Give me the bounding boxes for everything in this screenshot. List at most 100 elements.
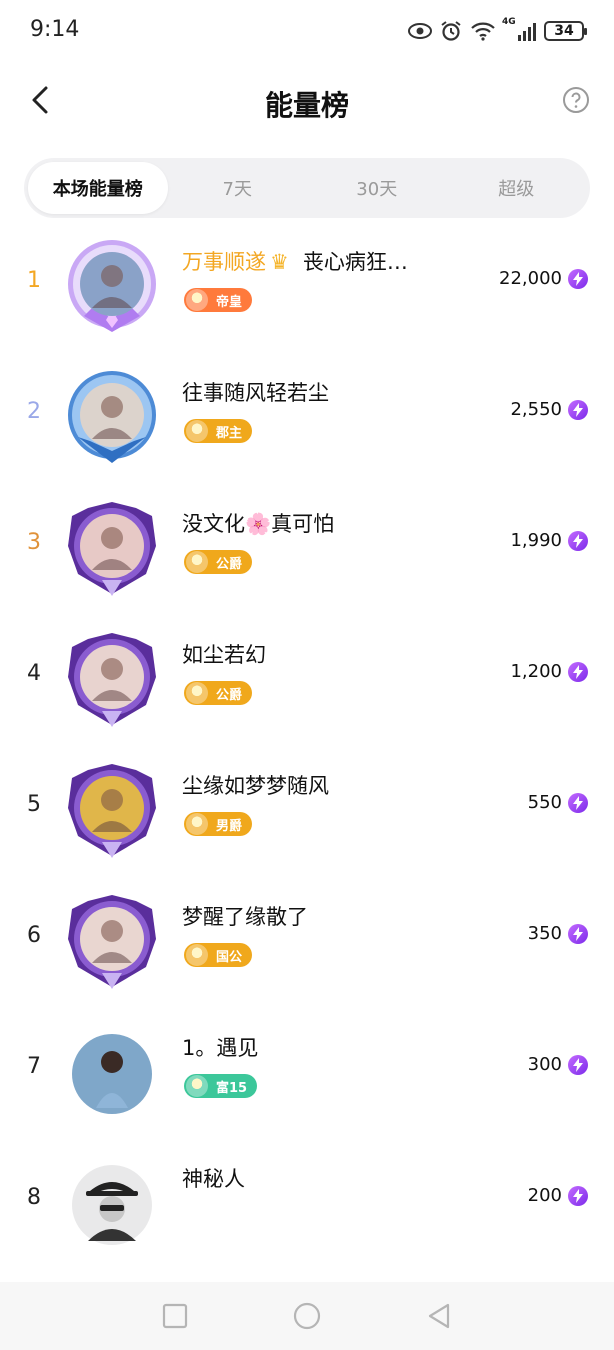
rank-number: 7 <box>27 1053 41 1079</box>
ranking-row[interactable]: 6 梦醒了缘散了 国公 350 <box>0 885 614 1016</box>
ranking-row[interactable]: 7 1。遇见富15 300 <box>0 1016 614 1147</box>
page-title: 能量榜 <box>264 89 349 122</box>
energy-bolt-icon <box>568 792 588 813</box>
avatar[interactable] <box>62 629 162 729</box>
user-name[interactable]: 没文化🌸真可怕 <box>182 508 334 538</box>
ranking-row[interactable]: 5 尘缘如梦梦随风男爵 550 <box>0 754 614 885</box>
score-value: 300 <box>527 1054 562 1075</box>
level-badge: 公爵 <box>184 550 253 574</box>
page-header: 能量榜 <box>0 70 614 134</box>
user-name[interactable]: 梦醒了缘散了 <box>182 901 308 931</box>
status-time: 9:14 <box>30 17 80 42</box>
user-name-text: 尘缘如梦梦随风 <box>182 774 329 798</box>
energy-bolt-icon <box>568 1185 588 1206</box>
network-type-label: 4G <box>502 17 516 27</box>
ranking-list: 1 万事顺遂 ♛ 丧心病狂… 帝皇 22,000 2 往事随风轻若尘 郡主 2,550 3 没文化🌸真… <box>0 230 614 1278</box>
badge-gem-icon <box>186 420 208 442</box>
badge-gem-icon <box>186 1075 208 1097</box>
user-name[interactable]: 1。遇见 <box>182 1032 258 1062</box>
user-name[interactable]: 神秘人 <box>182 1163 245 1193</box>
level-badge: 国公 <box>184 943 253 967</box>
badge-gem-icon <box>186 289 208 311</box>
tab-30-days[interactable]: 30天 <box>307 162 447 214</box>
energy-score: 1,200 <box>510 661 588 682</box>
badge-gem-icon <box>186 682 208 704</box>
energy-score: 300 <box>528 1054 588 1075</box>
energy-score: 1,990 <box>510 530 588 551</box>
avatar[interactable] <box>62 891 162 991</box>
ranking-row[interactable]: 3 没文化🌸真可怕 公爵 1,990 <box>0 492 614 623</box>
ranking-row[interactable]: 2 往事随风轻若尘 郡主 2,550 <box>0 361 614 492</box>
rank-number: 8 <box>27 1184 41 1210</box>
energy-score: 22,000 <box>499 268 588 289</box>
ranking-row[interactable]: 4 如尘若幻公爵 1,200 <box>0 623 614 754</box>
energy-score: 2,550 <box>510 399 588 420</box>
score-value: 1,200 <box>510 661 562 682</box>
tab-current-session[interactable]: 本场能量榜 <box>28 162 168 214</box>
avatar[interactable] <box>62 1153 162 1253</box>
tab-super[interactable]: 超级 <box>447 162 587 214</box>
user-name[interactable]: 尘缘如梦梦随风 <box>182 770 329 800</box>
rank-number: 5 <box>27 791 41 817</box>
wifi-icon <box>471 22 495 41</box>
level-badge: 公爵 <box>184 681 253 705</box>
energy-score: 350 <box>528 923 588 944</box>
energy-bolt-icon <box>568 399 588 420</box>
battery-icon: 34 <box>544 21 587 41</box>
user-name-text: 神秘人 <box>182 1167 245 1191</box>
user-name-text: 如尘若幻 <box>182 643 266 667</box>
tab-7-days[interactable]: 7天 <box>168 162 308 214</box>
energy-bolt-icon <box>568 530 588 551</box>
badge-gem-icon <box>186 813 208 835</box>
user-name-text: 往事随风轻若尘 <box>182 381 329 405</box>
user-name-text: 梦醒了缘散了 <box>182 905 308 929</box>
user-name[interactable]: 如尘若幻 <box>182 639 266 669</box>
ranking-row[interactable]: 1 万事顺遂 ♛ 丧心病狂… 帝皇 22,000 <box>0 230 614 361</box>
rank-number: 1 <box>27 267 41 293</box>
rank-number: 2 <box>27 398 41 424</box>
badge-label: 帝皇 <box>216 294 243 310</box>
energy-bolt-icon <box>568 268 588 289</box>
status-icons: 4G 34 <box>408 17 587 44</box>
back-nav-icon[interactable] <box>426 1302 452 1330</box>
score-value: 200 <box>527 1185 562 1206</box>
eye-icon <box>408 23 432 39</box>
help-icon[interactable] <box>562 86 590 114</box>
badge-label: 富15 <box>216 1080 248 1096</box>
energy-bolt-icon <box>568 1054 588 1075</box>
avatar[interactable] <box>62 367 162 467</box>
home-icon[interactable] <box>293 1302 321 1330</box>
score-value: 350 <box>527 923 562 944</box>
cellular-signal-icon: 4G <box>502 17 536 41</box>
battery-level: 34 <box>554 23 574 39</box>
status-bar: 9:14 4G 34 <box>0 0 614 62</box>
user-name[interactable]: 万事顺遂 ♛ 丧心病狂… <box>182 246 408 276</box>
badge-gem-icon <box>186 551 208 573</box>
level-badge: 男爵 <box>184 812 253 836</box>
avatar[interactable] <box>62 1022 162 1122</box>
badge-label: 公爵 <box>216 556 243 572</box>
user-name[interactable]: 往事随风轻若尘 <box>182 377 329 407</box>
energy-score: 550 <box>528 792 588 813</box>
ranking-row[interactable]: 8 神秘人 200 <box>0 1147 614 1278</box>
badge-gem-icon <box>186 944 208 966</box>
recent-apps-icon[interactable] <box>162 1303 188 1329</box>
rank-number: 4 <box>27 660 41 686</box>
alarm-icon <box>441 21 461 41</box>
avatar[interactable] <box>62 498 162 598</box>
crown-icon: ♛ <box>270 250 289 274</box>
badge-label: 男爵 <box>216 818 243 834</box>
score-value: 22,000 <box>499 268 562 289</box>
ranking-tabs: 本场能量榜 7天 30天 超级 <box>24 158 590 218</box>
badge-label: 国公 <box>216 949 243 965</box>
system-nav-bar <box>0 1282 614 1350</box>
score-value: 550 <box>527 792 562 813</box>
user-name-text: 没文化🌸真可怕 <box>182 512 335 536</box>
avatar[interactable] <box>62 760 162 860</box>
user-name-text: 1。遇见 <box>182 1036 259 1060</box>
score-value: 2,550 <box>510 399 562 420</box>
level-badge: 郡主 <box>184 419 253 443</box>
level-badge: 帝皇 <box>184 288 253 312</box>
avatar[interactable] <box>62 236 162 336</box>
badge-label: 公爵 <box>216 687 243 703</box>
